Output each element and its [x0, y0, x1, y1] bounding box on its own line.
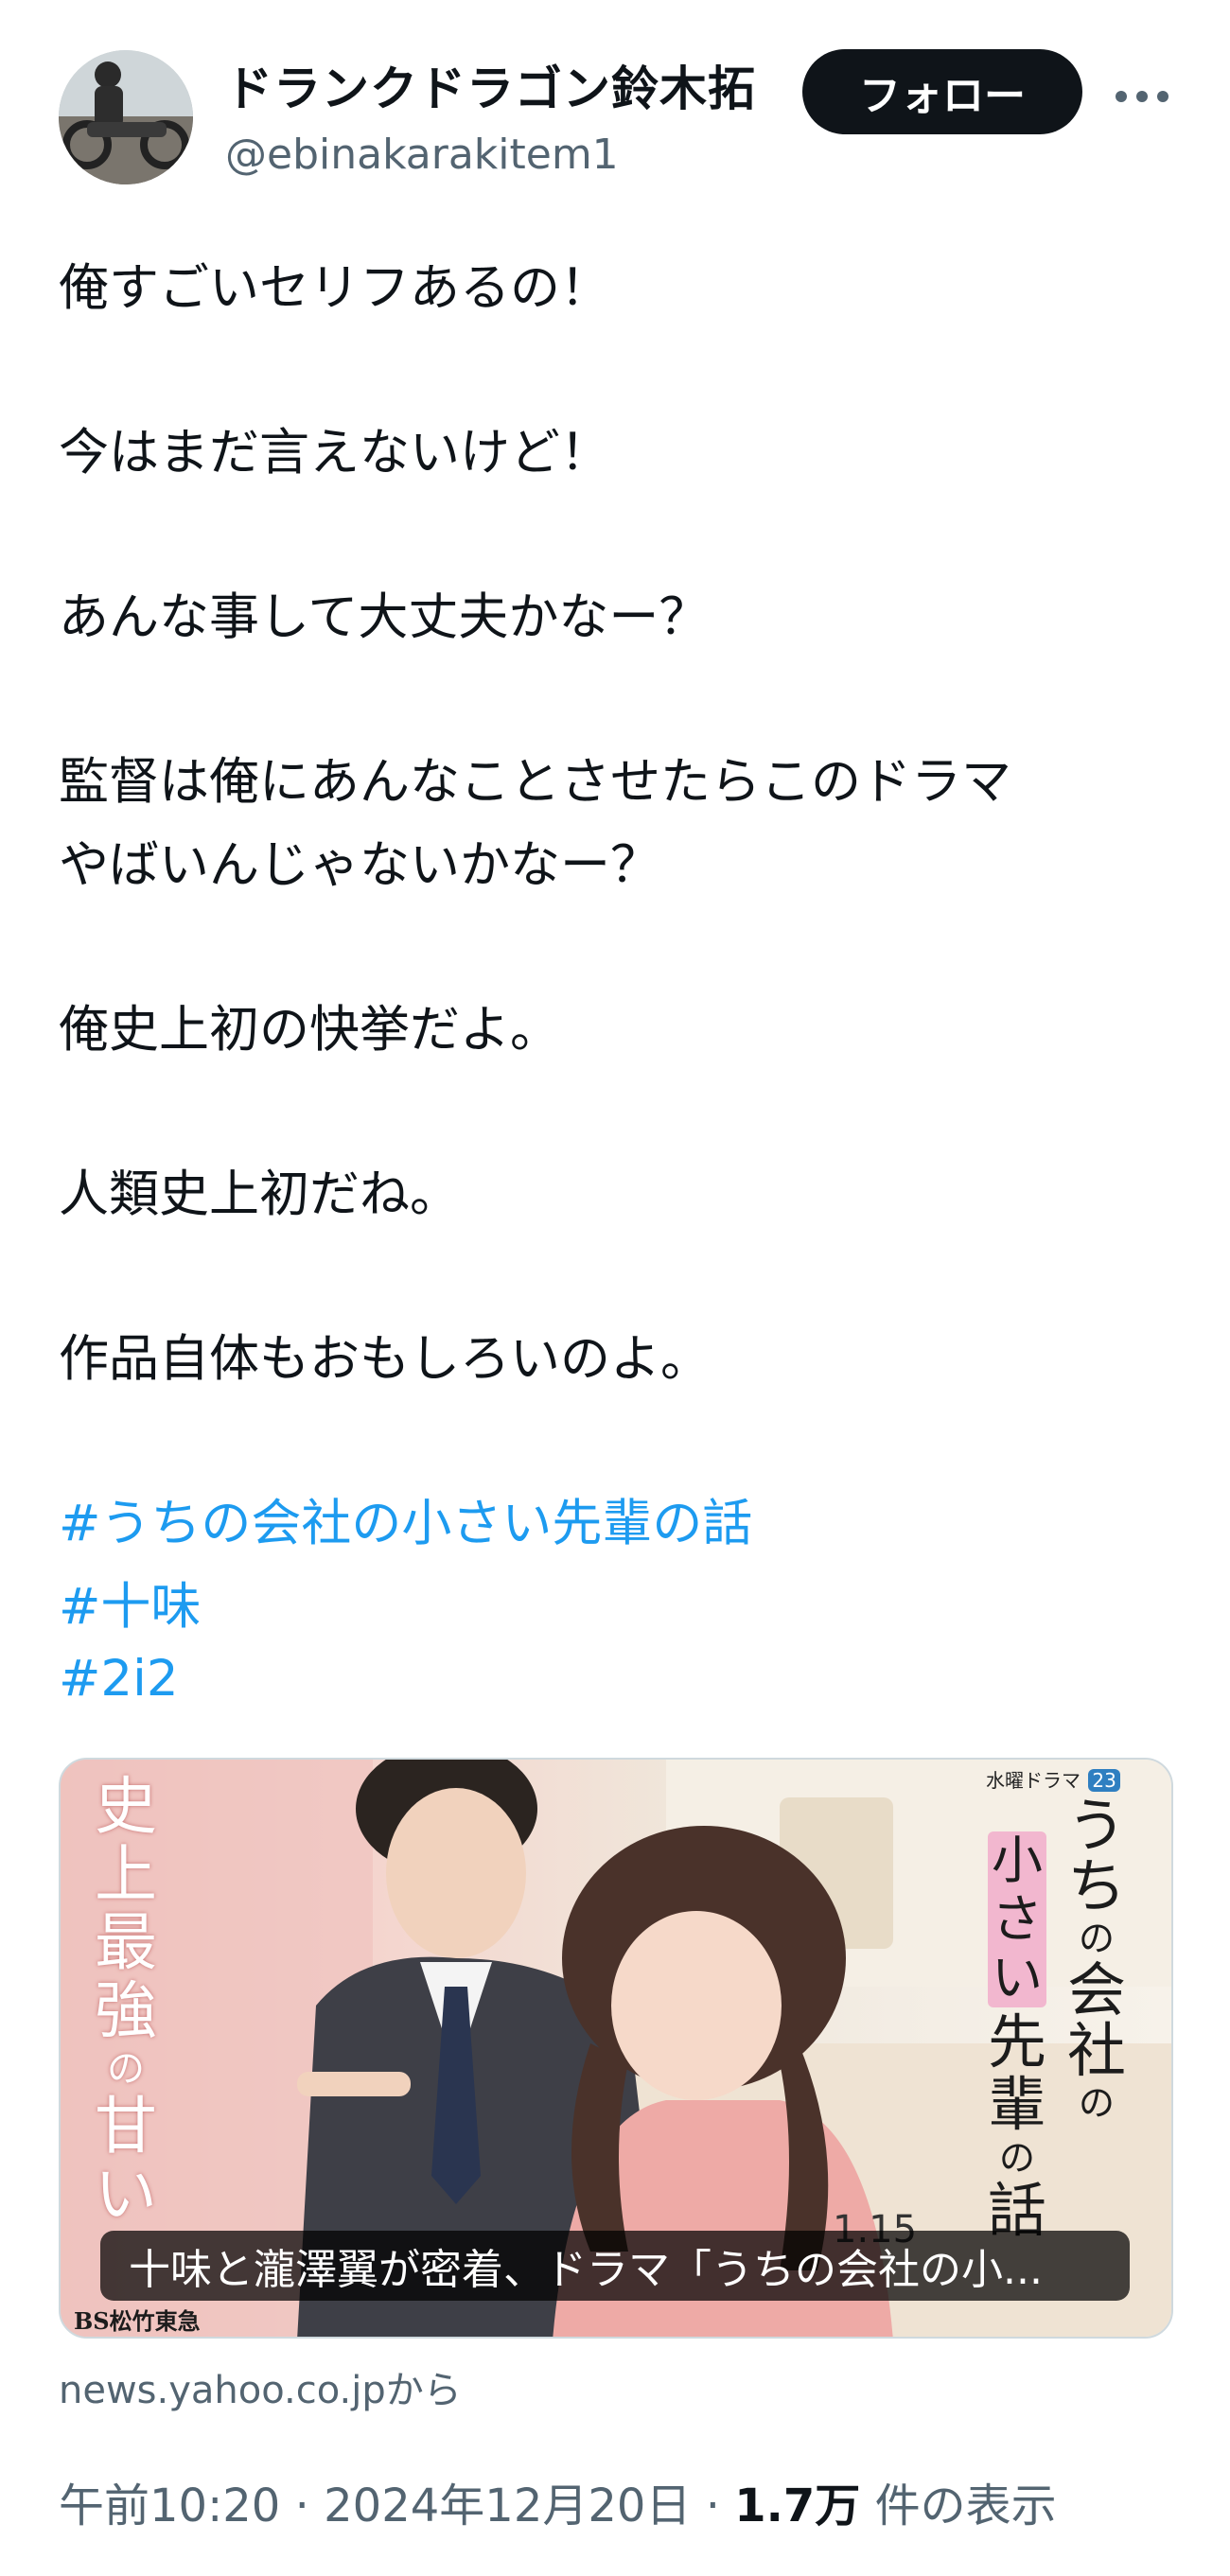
poster-title-char: 先: [987, 2007, 1046, 2077]
tweet-text-line: 作品自体もおもしろいのよ。: [59, 1330, 711, 1388]
card-caption: 十味と瀧澤翼が密着、ドラマ「うちの会社の小...: [100, 2231, 1130, 2301]
avatar[interactable]: [59, 50, 193, 184]
poster-title-small-char: い: [992, 1948, 1043, 2007]
poster-title-small-char: さ: [992, 1889, 1043, 1949]
tweet-text-line: 俺史上初の快挙だよ。: [59, 1001, 560, 1059]
avatar-photo-icon: [59, 50, 193, 184]
tweet-text-line: 今はまだ言えないけど！: [59, 424, 610, 482]
poster-series-number: 23: [1088, 1769, 1120, 1792]
poster-tagline-char: 甘: [95, 2090, 157, 2163]
tweet-text-line: 監督は俺にあんなことさせたらこのドラマ: [59, 753, 1011, 811]
poster-title-small-char: 小: [992, 1831, 1043, 1890]
poster-tagline-char: い: [95, 2158, 157, 2231]
hashtag-link[interactable]: #うちの会社の小さい先輩の話: [59, 1483, 752, 1555]
meta-separator: ·: [705, 2480, 720, 2532]
follow-button[interactable]: フォロー: [802, 49, 1082, 134]
more-dots-icon: [1116, 91, 1168, 102]
poster-title-char: の: [998, 2137, 1035, 2179]
poster-title-char: う: [1066, 1791, 1126, 1860]
poster-tagline-char: 史: [95, 1770, 157, 1843]
views-count[interactable]: 1.7万: [734, 2480, 860, 2532]
poster-tagline-char: の: [107, 2047, 145, 2091]
meta-separator: ·: [294, 2480, 309, 2532]
tweet-text-line: 人類史上初だね。: [59, 1165, 460, 1223]
poster-title-char: の: [1078, 2082, 1115, 2124]
poster-tagline-char: 強: [95, 1974, 157, 2047]
poster-title-char: ち: [1066, 1851, 1126, 1920]
tweet-text-line: やばいんじゃないかなー？: [59, 836, 660, 894]
link-card[interactable]: 史 上 最 強 の 甘 い 水曜ドラマ 23 う ち の 会 社 の 小 さ い…: [59, 1758, 1173, 2339]
author-name[interactable]: ドランクドラゴン鈴木拓: [225, 51, 756, 119]
author-handle[interactable]: @ebinakarakitem1: [225, 131, 619, 179]
tweet-date[interactable]: 2024年12月20日: [324, 2480, 691, 2532]
poster-title-char: 会: [1066, 1955, 1126, 2024]
poster-title-char: 輩: [987, 2070, 1046, 2139]
poster-channel-logo: BS松竹東急: [74, 2307, 201, 2335]
hashtag-link[interactable]: #十味: [59, 1567, 201, 1638]
hashtag-link[interactable]: #2i2: [59, 1650, 179, 1708]
views-label[interactable]: 件の表示: [875, 2480, 1057, 2532]
card-source-link[interactable]: news.yahoo.co.jpから: [59, 2359, 462, 2414]
tweet-text-line: 俺すごいセリフあるの！: [59, 259, 610, 317]
more-options-button[interactable]: [1112, 66, 1172, 127]
tweet-meta: 午前10:20 · 2024年12月20日 · 1.7万 件の表示: [59, 2468, 1057, 2534]
tweet-text-line: あんな事して大丈夫かなー？: [59, 588, 710, 646]
poster-title-char: の: [1078, 1918, 1115, 1959]
poster-tagline-char: 上: [95, 1838, 157, 1911]
tweet-time[interactable]: 午前10:20: [59, 2480, 280, 2532]
poster-series-label: 水曜ドラマ: [986, 1769, 1081, 1792]
poster-tagline-char: 最: [95, 1906, 157, 1979]
poster-title-char: 社: [1066, 2016, 1126, 2085]
